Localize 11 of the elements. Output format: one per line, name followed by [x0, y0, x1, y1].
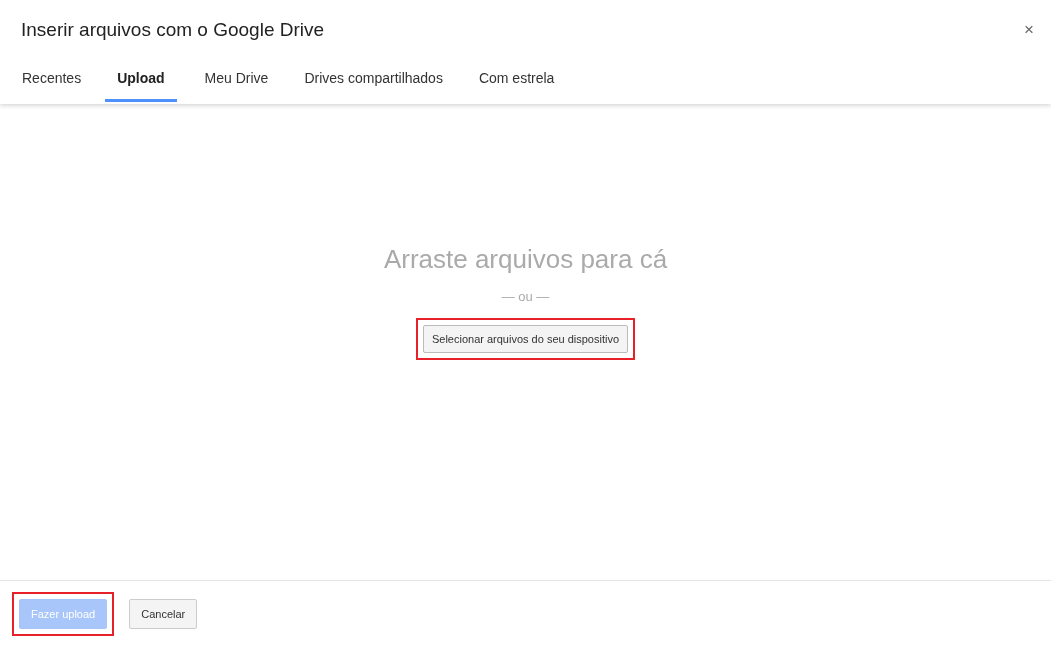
tab[interactable]: Drives compartilhados: [292, 66, 455, 102]
cancel-button[interactable]: Cancelar: [129, 598, 198, 629]
select-files-button[interactable]: Selecionar arquivos do seu dispositivo: [422, 325, 629, 353]
separator-text: — ou —: [501, 289, 550, 304]
dialog-title: Inserir arquivos com o Google Drive: [21, 19, 325, 41]
close-button[interactable]: ×: [1024, 20, 1034, 40]
drop-heading: Arraste arquivos para cá: [383, 244, 668, 275]
tab[interactable]: Upload: [105, 66, 177, 102]
tab[interactable]: Recentes: [10, 66, 94, 102]
tab[interactable]: Com estrela: [466, 66, 567, 102]
tab[interactable]: Meu Drive: [192, 66, 281, 102]
